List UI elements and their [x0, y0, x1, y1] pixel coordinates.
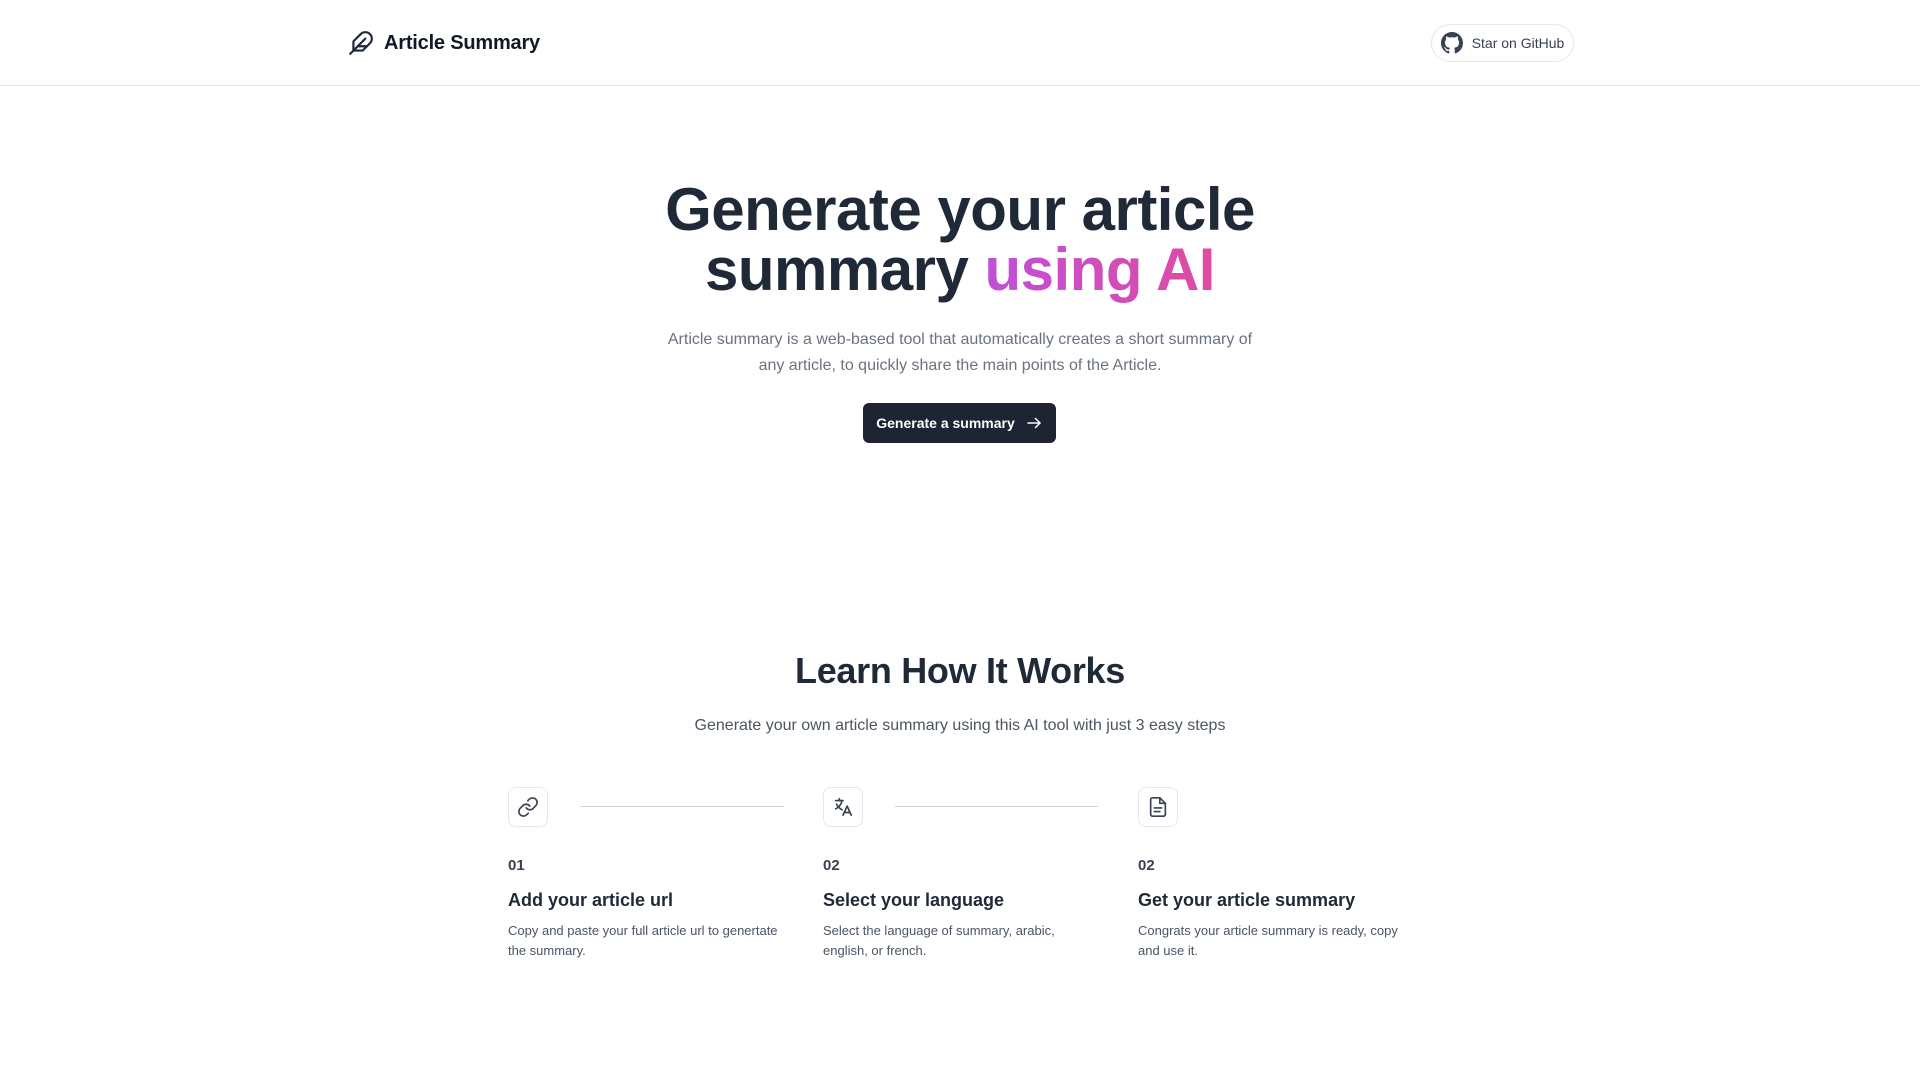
star-on-github-button[interactable]: Star on GitHub [1431, 24, 1574, 62]
feather-icon [349, 31, 373, 55]
link-icon [518, 797, 538, 817]
step-title: Get your article summary [1138, 890, 1356, 910]
step-number: 02 [823, 857, 840, 874]
step-icon-box [823, 787, 863, 827]
hero-subtitle: Article summary is a web-based tool that… [667, 331, 1253, 374]
generate-summary-button[interactable]: Generate a summary [863, 403, 1056, 443]
cta-label: Generate a summary [876, 415, 1015, 431]
step-icon-box [1138, 787, 1178, 827]
step-card: 02 Select your language Select the langu… [823, 787, 1103, 961]
document-icon [1149, 797, 1167, 817]
brand-name: Article Summary [384, 31, 540, 54]
how-it-works-subtitle: Generate your own article summary using … [694, 717, 1226, 734]
step-card: 01 Add your article url Copy and paste y… [508, 787, 788, 961]
translate-icon [834, 797, 853, 817]
step-description: Copy and paste your full article url to … [508, 923, 778, 958]
github-button-label: Star on GitHub [1471, 35, 1565, 51]
step-number: 02 [1138, 857, 1155, 874]
step-title: Select your language [823, 890, 1005, 910]
step-description: Select the language of summary, arabic, … [823, 923, 1055, 958]
step-icon-box [508, 787, 548, 827]
arrow-right-icon [1027, 417, 1041, 429]
step-title: Add your article url [508, 890, 674, 910]
github-icon [1440, 32, 1463, 54]
step-description: Congrats your article summary is ready, … [1138, 923, 1398, 958]
how-it-works-title: Learn How It Works [795, 650, 1125, 691]
hero-title-accent: using AI [984, 236, 1216, 303]
hero-title-line2: summary [705, 236, 985, 303]
step-number: 01 [508, 857, 525, 874]
top-navbar: Article Summary Star on GitHub [0, 0, 1920, 86]
hero-title: Generate your article summary using AI [0, 180, 1920, 300]
hero-title-line1: Generate your article [665, 176, 1255, 243]
brand-logo[interactable]: Article Summary [348, 28, 540, 58]
step-card: 02 Get your article summary Congrats you… [1138, 787, 1418, 961]
